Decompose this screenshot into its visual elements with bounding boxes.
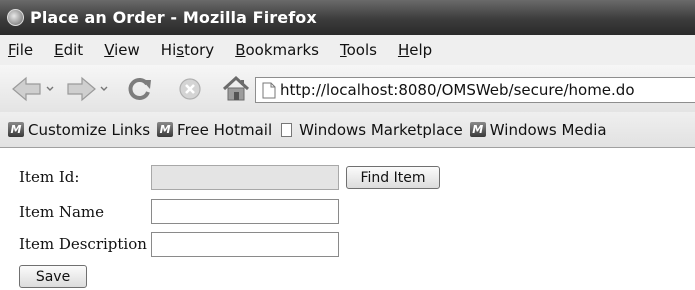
- ms-icon: M: [469, 122, 486, 137]
- bookmark-customize-links[interactable]: M Customize Links: [8, 121, 150, 139]
- window-title: Place an Order - Mozilla Firefox: [30, 8, 317, 27]
- stop-button[interactable]: [177, 76, 205, 102]
- stop-icon: [179, 78, 201, 100]
- bookmark-label: Windows Marketplace: [299, 120, 463, 139]
- title-bar: Place an Order - Mozilla Firefox: [0, 0, 695, 35]
- bookmark-label: Windows Media: [489, 120, 607, 139]
- item-id-label: Item Id:: [19, 168, 80, 186]
- bookmark-label: Free Hotmail: [177, 120, 273, 139]
- page-icon: [281, 122, 293, 137]
- item-description-field[interactable]: [151, 232, 339, 257]
- order-form: Item Id: Find Item Item Name Item Descri…: [0, 148, 695, 290]
- back-icon: [12, 76, 54, 102]
- menu-tools[interactable]: Tools: [330, 41, 388, 59]
- address-bar[interactable]: http://localhost:8080/OMSWeb/secure/home…: [255, 77, 695, 103]
- reload-button[interactable]: [126, 76, 154, 102]
- back-button[interactable]: [10, 75, 54, 103]
- find-item-button[interactable]: Find Item: [346, 166, 440, 189]
- menu-file[interactable]: File: [0, 41, 44, 59]
- bookmark-label: Customize Links: [28, 120, 151, 139]
- bookmark-free-hotmail[interactable]: M Free Hotmail: [157, 121, 272, 139]
- firefox-icon: [7, 9, 24, 26]
- bookmark-windows-marketplace[interactable]: Windows Marketplace: [279, 121, 463, 139]
- url-text: http://localhost:8080/OMSWeb/secure/home…: [280, 81, 635, 99]
- item-name-field[interactable]: [151, 199, 339, 224]
- bookmarks-toolbar: M Customize Links M Free Hotmail Windows…: [0, 112, 695, 148]
- navigation-toolbar: http://localhost:8080/OMSWeb/secure/home…: [0, 65, 695, 112]
- item-name-label: Item Name: [19, 203, 104, 221]
- ms-icon: M: [8, 122, 24, 137]
- menu-bookmarks[interactable]: Bookmarks: [225, 41, 330, 59]
- item-description-label: Item Description: [19, 235, 147, 253]
- reload-icon: [128, 78, 151, 100]
- forward-button[interactable]: [64, 75, 108, 103]
- menu-view[interactable]: View: [94, 41, 151, 59]
- menu-history[interactable]: History: [151, 41, 225, 59]
- home-button[interactable]: [221, 75, 251, 103]
- ms-icon: M: [157, 122, 174, 137]
- item-id-field: [151, 165, 339, 190]
- home-icon: [222, 75, 250, 101]
- bookmark-windows-media[interactable]: M Windows Media: [469, 120, 607, 139]
- forward-icon: [67, 76, 108, 102]
- page-icon: [262, 82, 276, 99]
- menu-help[interactable]: Help: [388, 41, 443, 59]
- menu-bar: File Edit View History Bookmarks Tools H…: [0, 35, 695, 65]
- menu-edit[interactable]: Edit: [44, 41, 94, 59]
- save-button[interactable]: Save: [19, 265, 87, 288]
